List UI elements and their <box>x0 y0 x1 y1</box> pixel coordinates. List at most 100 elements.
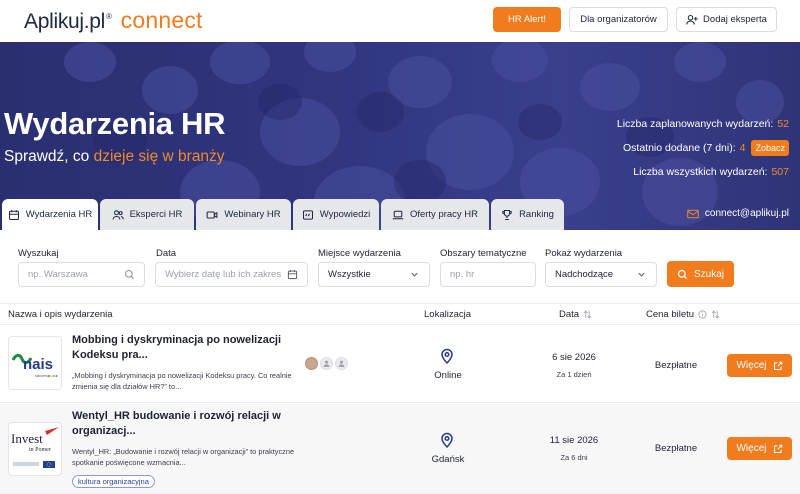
topics-placeholder: np. hr <box>450 269 475 280</box>
svg-text:szkolenia: szkolenia <box>35 374 50 378</box>
nais-logo-image: nais szkolenia <box>11 353 58 378</box>
show-select[interactable]: Nadchodzące <box>545 262 657 287</box>
stat-total: Liczba wszystkich wydarzeń: 507 <box>633 166 789 178</box>
events-table-header: Nazwa i opis wydarzenia Lokalizacja Data… <box>0 303 800 325</box>
tab-label: Ranking <box>519 209 554 220</box>
stat-recent-label: Ostatnio dodane (7 dni): <box>622 142 736 154</box>
chevron-down-icon <box>638 272 645 277</box>
sort-icon <box>583 310 592 319</box>
location-pin-icon <box>441 432 453 448</box>
svg-text:in Pomer: in Pomer <box>29 447 51 453</box>
tab-events[interactable]: Wydarzenia HR <box>2 199 98 230</box>
search-label: Wyszukaj <box>18 248 59 259</box>
speakers-avatars[interactable] <box>305 357 348 370</box>
more-button[interactable]: Więcej <box>727 437 792 460</box>
info-icon <box>698 310 707 319</box>
show-value: Nadchodzące <box>555 269 614 280</box>
subtitle-highlight: dzieje się w branży <box>93 148 225 165</box>
calendar-icon <box>8 209 19 220</box>
organizer-logo: Invest in Pomer <box>8 422 62 476</box>
event-description: „Mobbing i dyskryminacja po nowelizacji … <box>72 371 292 391</box>
tab-label: Oferty pracy HR <box>409 209 479 220</box>
chevron-down-icon <box>411 272 418 277</box>
date-label: Data <box>156 248 177 259</box>
header-name: Nazwa i opis wydarzenia <box>8 309 113 320</box>
tab-label: Webinary HR <box>224 209 281 220</box>
logo-brand: Aplikuj.pl® <box>24 10 112 33</box>
organizers-button[interactable]: Dla organizatorów <box>569 7 668 32</box>
tab-experts[interactable]: Eksperci HR <box>100 199 194 230</box>
date-placeholder: Wybierz datę lub ich zakres <box>165 269 282 280</box>
place-label: Miejsce wydarzenia <box>318 248 401 259</box>
user-icon <box>323 360 330 367</box>
tab-ranking[interactable]: Ranking <box>491 199 564 230</box>
laptop-icon <box>392 210 404 219</box>
event-location: Online <box>434 370 462 381</box>
trophy-icon <box>502 209 512 220</box>
tab-label: Wydarzenia HR <box>25 209 93 220</box>
event-title[interactable]: Mobbing i dyskryminacja po nowelizacji K… <box>72 333 292 363</box>
search-input[interactable]: np. Warszawa <box>18 262 145 287</box>
user-icon <box>338 360 345 367</box>
topic-tag[interactable]: kultura organizacyjna <box>72 475 155 488</box>
speaker-avatar[interactable] <box>335 357 348 370</box>
tab-label: Eksperci HR <box>129 209 183 220</box>
search-button[interactable]: Szukaj <box>667 261 734 287</box>
speaker-avatar[interactable] <box>320 357 333 370</box>
quote-icon <box>302 209 313 220</box>
external-link-icon <box>773 444 782 453</box>
top-navigation: Aplikuj.pl® connect HR Alert! Dla organi… <box>0 0 800 42</box>
invest-in-pomerania-logo-image: Invest in Pomer <box>11 427 59 468</box>
topics-input[interactable]: np. hr <box>440 262 536 287</box>
mail-icon <box>687 209 699 218</box>
see-recent-button[interactable]: Zobacz <box>751 140 789 156</box>
add-user-icon <box>686 14 698 25</box>
event-location: Gdańsk <box>431 454 465 465</box>
tab-statements[interactable]: Wypowiedzi <box>293 199 379 230</box>
date-range-input[interactable]: Wybierz datę lub ich zakres <box>155 262 308 287</box>
tab-jobs[interactable]: Oferty pracy HR <box>381 199 489 230</box>
stat-planned-label: Liczba zaplanowanych wydarzeń: <box>616 118 774 130</box>
event-date-relative: Za 6 dni <box>560 453 588 462</box>
header-price[interactable]: Cena biletu <box>646 309 720 320</box>
svg-text:Invest: Invest <box>11 431 43 446</box>
add-expert-button[interactable]: Dodaj eksperta <box>676 7 777 32</box>
table-row[interactable]: nais szkolenia Mobbing i dyskryminacja p… <box>0 325 800 403</box>
event-price: Bezpłatne <box>654 443 698 454</box>
stat-recent-value: 4 <box>739 142 746 154</box>
search-placeholder: np. Warszawa <box>28 269 88 280</box>
event-description: Wentyl_HR: „Budowanie i rozwój relacji w… <box>72 447 295 467</box>
tab-webinars[interactable]: Webinary HR <box>196 199 291 230</box>
hero-banner: Wydarzenia HR Sprawdź, co dzieje się w b… <box>0 42 800 230</box>
calendar-icon <box>287 270 298 280</box>
hr-alert-button[interactable]: HR Alert! <box>493 7 561 32</box>
organizer-logo: nais szkolenia <box>8 336 62 390</box>
header-location: Lokalizacja <box>424 309 471 320</box>
stat-planned-value: 52 <box>777 118 789 130</box>
tab-label: Wypowiedzi <box>319 209 371 220</box>
video-icon <box>206 210 218 219</box>
stat-recent: Ostatnio dodane (7 dni): 4 Zobacz <box>623 140 789 156</box>
event-title[interactable]: Wentyl_HR budowanie i rozwój relacji w o… <box>72 409 292 439</box>
aplikuj-connect-logo[interactable]: Aplikuj.pl® connect <box>24 7 203 33</box>
table-row[interactable]: Invest in Pomer Wentyl_HR budowanie i ro… <box>0 404 800 494</box>
topics-label: Obszary tematyczne <box>440 248 527 259</box>
speaker-avatar[interactable] <box>305 357 318 370</box>
more-button[interactable]: Więcej <box>727 354 792 377</box>
page-title: Wydarzenia HR <box>4 106 226 141</box>
search-button-label: Szukaj <box>693 268 724 280</box>
place-select[interactable]: Wszystkie <box>318 262 430 287</box>
more-button-label: Więcej <box>736 360 767 371</box>
logo-product: connect <box>120 7 203 33</box>
users-icon <box>112 209 124 220</box>
stat-total-label: Liczba wszystkich wydarzeń: <box>633 166 768 178</box>
search-icon <box>677 269 688 279</box>
header-date[interactable]: Data <box>559 309 592 320</box>
svg-text:nais: nais <box>23 356 53 373</box>
contact-email-link[interactable]: connect@aplikuj.pl <box>687 208 789 219</box>
location-pin-icon <box>441 348 453 364</box>
contact-email: connect@aplikuj.pl <box>704 208 789 219</box>
event-date: 6 sie 2026 <box>552 352 596 363</box>
event-price: Bezpłatne <box>654 360 698 371</box>
more-button-label: Więcej <box>736 443 767 454</box>
